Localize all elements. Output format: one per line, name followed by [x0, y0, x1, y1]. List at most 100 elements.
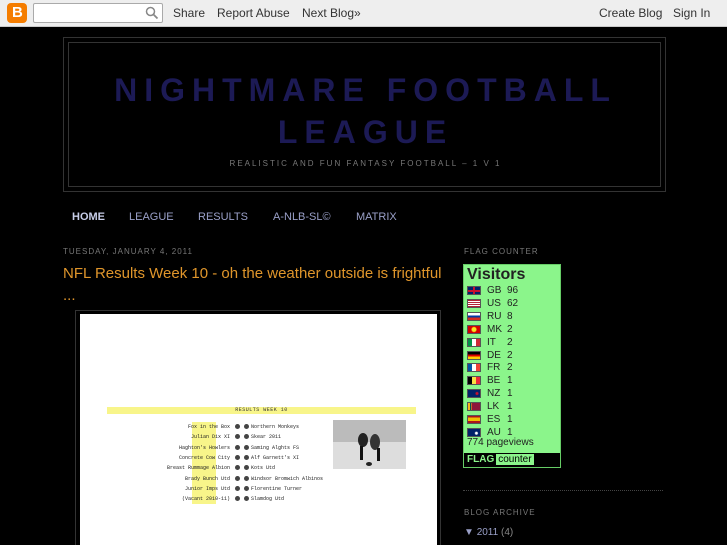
tab-league[interactable]: LEAGUE: [129, 211, 174, 223]
tab-home[interactable]: HOME: [72, 211, 105, 223]
fixture-row: Fox in the Box Northern Monkeys: [100, 422, 360, 432]
mk-flag-icon: [467, 324, 481, 334]
flag-counter-count: 62: [507, 297, 519, 309]
flag-counter-count: 2: [507, 349, 513, 361]
de-flag-icon: [467, 350, 481, 360]
fixture-row: (Vacant 2010-11) Slamdog Utd: [100, 494, 360, 504]
fixture-away-score: [244, 475, 249, 481]
flag-counter-count: 2: [507, 336, 513, 348]
it-flag-icon: [467, 337, 481, 347]
blog-header: NIGHTMARE FOOTBALL LEAGUE REALISTIC AND …: [63, 37, 666, 192]
flag-counter-count: 1: [507, 401, 513, 413]
fixture-row: Concrete Cow City Alf Garnett's XI: [100, 453, 360, 463]
archive-toggle-icon[interactable]: ▼: [464, 527, 474, 538]
flag-counter-country: US: [487, 297, 501, 309]
fixture-away-score: [244, 496, 249, 502]
tab-a-nlb-sl[interactable]: A-NLB-SL©: [273, 211, 331, 223]
flag-counter-count: 2: [507, 323, 513, 335]
flag-counter-country: IT: [487, 336, 496, 348]
post-title[interactable]: NFL Results Week 10 - oh the weather out…: [63, 263, 443, 307]
archive-year-count: (4): [500, 527, 514, 538]
archive-year-2011[interactable]: ▼ 2011 (4): [464, 527, 513, 538]
fixture-home-team: Concrete Cow City: [178, 454, 230, 461]
fixture-home-score: [235, 434, 240, 440]
nz-flag-icon: [467, 389, 481, 399]
us-flag-icon: [467, 298, 481, 308]
results-table-image: RESULTS WEEK 10 Fox in the Box Northern M…: [80, 314, 437, 545]
fixture-home-team: Junior Imps Utd: [184, 485, 230, 492]
flag-counter-logo-counter: counter: [496, 454, 534, 465]
fixture-away-score: [244, 454, 249, 460]
flag-counter-country: GB: [487, 285, 502, 296]
fixture-away-team: Kots Utd: [251, 465, 276, 472]
flag-counter-widget[interactable]: Visitors GB 96 US 62 RU 8 MK 2 IT 2 DE 2 FR 2 BE 1 NZ 1 LK…: [463, 264, 561, 468]
results-header-bar: RESULTS WEEK 10: [107, 407, 416, 414]
fixture-home-team: Brady Bunch Utd: [184, 475, 230, 482]
fixture-away-score: [244, 434, 249, 440]
fixture-home-score: [235, 485, 240, 491]
fixture-away-team: Saming Alghts FS: [251, 444, 300, 451]
fixture-home-score: [235, 496, 240, 502]
flag-counter-country: RU: [487, 310, 502, 322]
fixture-row: Haghton's Howlers Saming Alghts FS: [100, 443, 360, 453]
flag-counter-count: 8: [507, 310, 513, 322]
blog-title[interactable]: NIGHTMARE FOOTBALL LEAGUE: [69, 69, 662, 153]
sign-in-link[interactable]: Sign In: [673, 6, 710, 20]
fr-flag-icon: [467, 363, 481, 373]
es-flag-icon: [467, 415, 481, 424]
flag-counter-logo: FLAG counter: [467, 454, 534, 465]
fixture-home-team: (Vacant 2010-11): [181, 496, 230, 503]
fixture-home-score: [235, 475, 240, 481]
next-blog-link[interactable]: Next Blog»: [302, 6, 361, 20]
fixture-row: Junior Imps Utd Florentine Turner: [100, 484, 360, 494]
au-flag-icon: [467, 427, 481, 437]
fixture-away-team: Alf Garnett's XI: [251, 454, 300, 461]
fixture-home-score: [235, 465, 240, 471]
fixture-home-team: Fox in the Box: [187, 424, 230, 430]
blog-header-inner: NIGHTMARE FOOTBALL LEAGUE REALISTIC AND …: [68, 42, 661, 187]
tab-results[interactable]: RESULTS: [198, 211, 248, 223]
football-photo: [333, 420, 406, 469]
flag-counter-logo-flag: FLAG: [467, 454, 495, 465]
fixture-away-team: Skear 2011: [251, 434, 282, 441]
post-image[interactable]: RESULTS WEEK 10 Fox in the Box Northern M…: [75, 310, 441, 545]
results-header-label: RESULTS WEEK 10: [235, 407, 288, 413]
fixture-away-score: [244, 444, 249, 450]
blogger-logo-icon[interactable]: B: [7, 3, 27, 23]
blogger-navbar: B Share Report Abuse Next Blog» Create B…: [0, 0, 727, 27]
flag-counter-country: FR: [487, 362, 501, 374]
flag-counter-count: 96: [507, 285, 519, 296]
navbar-search-input[interactable]: [34, 4, 142, 22]
flag-counter-count: 1: [507, 375, 513, 387]
blogger-logo-letter: B: [12, 4, 23, 21]
fixture-away-team: Slamdog Utd: [251, 496, 285, 503]
fixture-home-team: Breast Rummage Albion: [166, 465, 230, 472]
fixture-away-team: Windsor Bromwich Albinos: [251, 475, 324, 482]
fixture-row: Breast Rummage Albion Kots Utd: [100, 463, 360, 473]
flag-counter-title: Visitors: [467, 266, 526, 283]
flag-counter-count: 1: [507, 414, 513, 425]
flag-counter-country: ES: [487, 414, 501, 425]
fixture-away-score: [244, 465, 249, 471]
fixture-away-team: Florentine Turner: [251, 485, 303, 492]
flag-counter-country: NZ: [487, 388, 501, 400]
report-abuse-link[interactable]: Report Abuse: [217, 6, 290, 20]
fixture-away-score: [244, 424, 249, 429]
flag-counter-country: BE: [487, 375, 501, 387]
share-link[interactable]: Share: [173, 6, 205, 20]
tab-matrix[interactable]: MATRIX: [356, 211, 397, 223]
flag-counter-country: LK: [487, 401, 500, 413]
navbar-search: [33, 3, 163, 23]
be-flag-icon: [467, 376, 481, 386]
flag-counter-count: 1: [507, 388, 513, 400]
archive-year-link[interactable]: 2011: [477, 527, 499, 538]
fixture-home-team: Haghton's Howlers: [178, 444, 230, 451]
create-blog-link[interactable]: Create Blog: [599, 6, 662, 20]
gb-flag-icon: [467, 286, 481, 295]
flag-counter-heading: FLAG COUNTER: [464, 247, 539, 256]
search-icon[interactable]: [145, 6, 159, 20]
flag-counter-country: MK: [487, 323, 502, 335]
fixture-row: Julian Dix XI Skear 2011: [100, 432, 360, 442]
fixture-away-team: Northern Monkeys: [251, 424, 300, 430]
fixture-home-score: [235, 424, 240, 429]
